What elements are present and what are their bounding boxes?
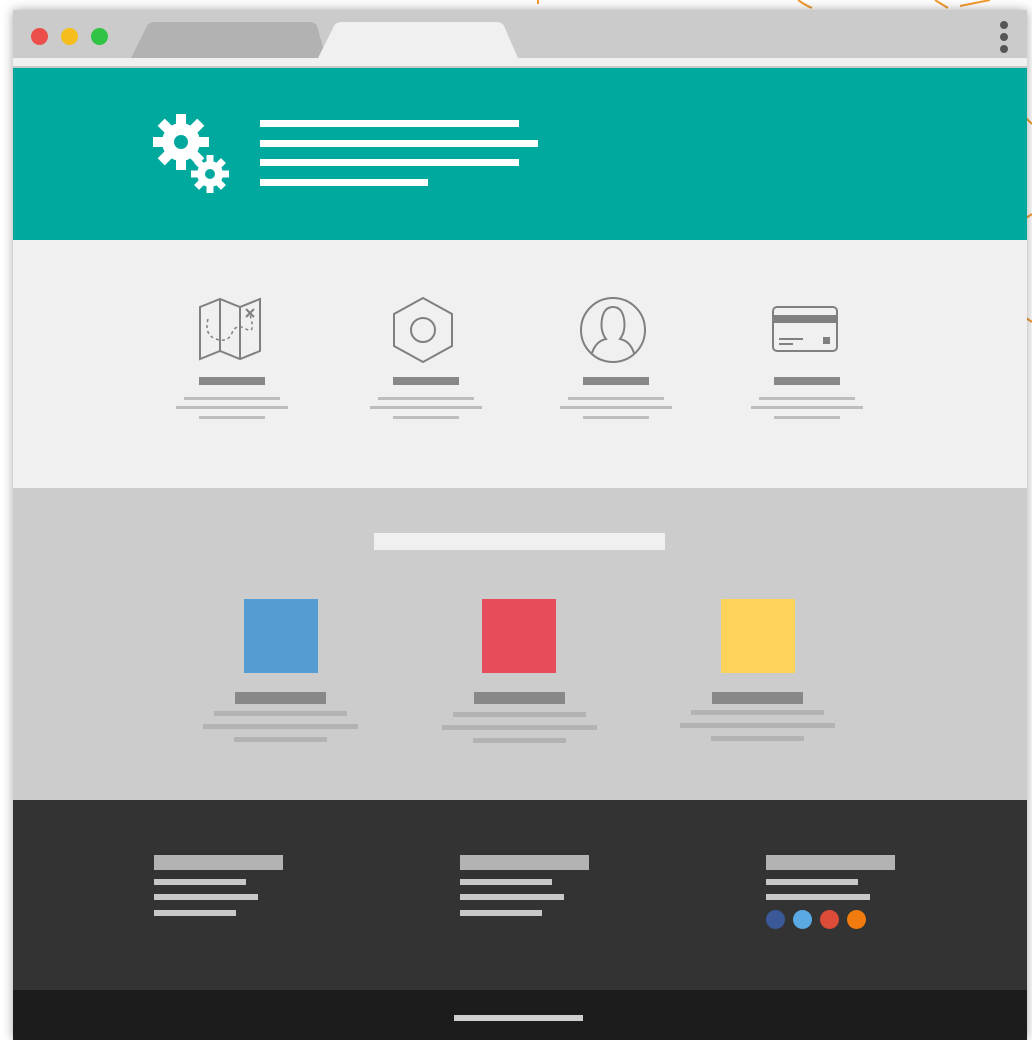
footer-link-line[interactable] [460,879,552,885]
footer-heading-bar [766,855,895,870]
footer-column [154,800,314,990]
copyright-line [454,1015,583,1021]
map-icon [199,297,261,361]
card-text-line [203,724,358,729]
hero-text-line [260,159,519,166]
card-red[interactable] [440,488,600,800]
feature-text-line [774,416,840,419]
footer-column [766,800,926,990]
card-title-bar [235,692,326,704]
feature-title-bar [199,377,265,385]
card-yellow[interactable] [679,488,839,800]
feature-text-line [560,406,672,409]
tab-active[interactable] [318,22,518,58]
hero-text-line [260,140,538,147]
kebab-menu-icon[interactable] [995,19,1013,55]
card-text-line [214,711,347,716]
card-title-bar [712,692,803,704]
card-text-line [453,712,586,717]
card-text-line [234,737,327,742]
feature-text-line [378,397,474,400]
footer-heading-bar [154,855,283,870]
feature-user [560,240,680,488]
footer-link-line[interactable] [766,879,858,885]
feature-text-line [199,416,265,419]
credit-card-icon [772,306,838,352]
feature-title-bar [393,377,459,385]
feature-text-line [583,416,649,419]
card-title-bar [474,692,565,704]
feature-text-line [393,416,459,419]
feature-title-bar [774,377,840,385]
twitter-dot[interactable] [793,910,812,929]
footer-section [13,800,1027,990]
card-text-line [691,710,824,715]
tab-inactive[interactable] [131,22,326,58]
hero-text-line [260,120,519,127]
browser-window [13,10,1027,1040]
feature-settings [370,240,490,488]
feature-text-line [568,397,664,400]
feature-text-line [370,406,482,409]
hex-nut-icon [393,296,453,364]
footer-link-line[interactable] [154,894,258,900]
googleplus-dot[interactable] [820,910,839,929]
feature-payment [751,240,871,488]
hero-section [13,68,1027,240]
feature-text-line [176,406,288,409]
footer-link-line[interactable] [766,894,870,900]
card-text-line [442,725,597,730]
card-text-line [711,736,804,741]
feature-map [176,240,296,488]
feature-title-bar [583,377,649,385]
footer-link-line[interactable] [154,910,236,916]
footer-link-line[interactable] [460,910,542,916]
feature-text-line [184,397,280,400]
card-blue[interactable] [201,488,361,800]
card-text-line [473,738,566,743]
footer-link-line[interactable] [460,894,564,900]
card-text-line [680,723,835,728]
close-button[interactable] [31,28,48,45]
gears-icon [153,114,229,193]
rss-dot[interactable] [847,910,866,929]
user-icon [580,297,646,363]
footer-link-line[interactable] [154,879,246,885]
minimize-button[interactable] [61,28,78,45]
facebook-dot[interactable] [766,910,785,929]
footer-column [460,800,620,990]
feature-text-line [751,406,863,409]
zoom-button[interactable] [91,28,108,45]
showcase-section [13,488,1027,800]
hero-text-line [260,179,428,186]
bottom-bar [13,990,1027,1040]
feature-text-line [759,397,855,400]
card-image [482,599,556,673]
card-image [244,599,318,673]
footer-heading-bar [460,855,589,870]
address-bar-strip [13,58,1027,66]
features-section [13,240,1027,488]
card-image [721,599,795,673]
